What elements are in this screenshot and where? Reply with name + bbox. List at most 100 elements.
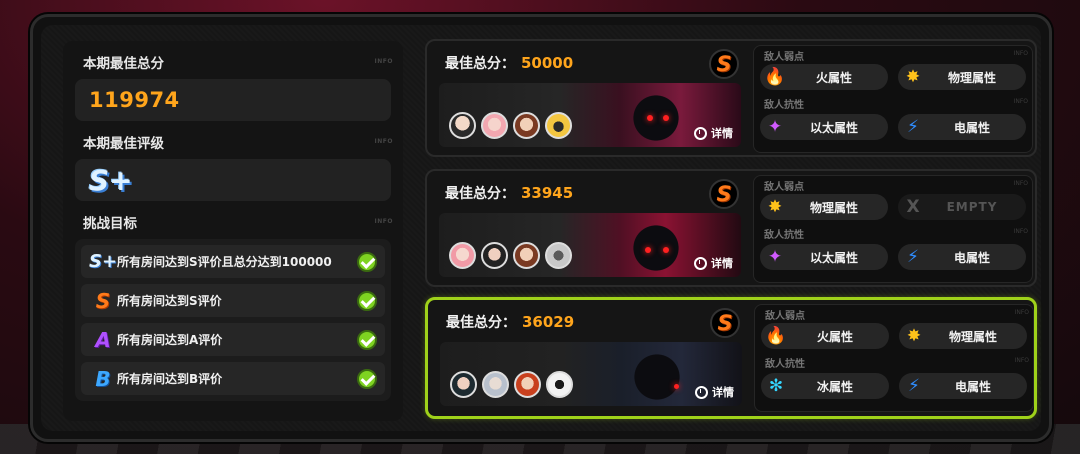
info-tag: INFO <box>374 138 393 145</box>
room-score: 最佳总分： 50000 <box>445 53 573 73</box>
info-tag: INFO <box>1013 50 1028 57</box>
agent-avatar <box>545 112 572 139</box>
agent-avatar <box>482 371 509 398</box>
attr-name: 物理属性 <box>948 329 997 344</box>
agent-avatar <box>546 371 573 398</box>
goal-text: 所有房间达到A评价 <box>117 333 223 347</box>
attr-name: 以太属性 <box>809 250 858 265</box>
team-banner: 详情 <box>439 213 741 277</box>
goals-title: 挑战目标 INFO <box>83 213 393 235</box>
resistance-attr: ✻ 冰属性 <box>761 373 889 399</box>
goal-text: 所有房间达到S评价且总分达到100000 <box>117 255 332 269</box>
resistance-attr: ⚡ 电属性 <box>898 244 1026 270</box>
enemy-attributes: 敌人弱点 INFO 🔥 火属性 ✸ 物理属性 敌人抗性 INFO ✻ 冰属性 ⚡ <box>754 304 1034 412</box>
rank-s-icon: S <box>95 288 111 313</box>
check-icon <box>357 290 377 311</box>
team-avatars <box>450 371 573 398</box>
resistance-attr: ✦ 以太属性 <box>760 114 888 140</box>
panel-inner: 本期最佳总分 INFO 119974 本期最佳评级 INFO S+ 挑战目标 I… <box>41 25 1041 431</box>
detail-button[interactable]: 详情 <box>694 125 733 141</box>
room-summary: 最佳总分： 36029 S 详情 <box>434 306 746 410</box>
boss-silhouette <box>612 344 702 404</box>
agent-avatar <box>545 242 572 269</box>
attr-name: 电属性 <box>953 250 990 265</box>
room-summary: 最佳总分： 50000 S 详情 <box>433 47 745 151</box>
goal-text: 所有房间达到S评价 <box>117 294 222 308</box>
info-tag: INFO <box>1014 309 1029 316</box>
check-icon <box>357 329 377 350</box>
detail-button[interactable]: 详情 <box>694 255 733 271</box>
weakness-label: 敌人弱点 <box>765 311 805 322</box>
room-card-2[interactable]: 最佳总分： 33945 S 详情 敌人弱点 INFO ✸ 物理属性 X EMPT… <box>425 169 1037 287</box>
resistance-attr: ⚡ 电属性 <box>899 373 1027 399</box>
goal-item: B 所有房间达到B评价 <box>81 362 385 395</box>
room-score: 最佳总分： 36029 <box>446 312 574 332</box>
team-avatars <box>449 112 572 139</box>
detail-label: 详情 <box>712 386 734 399</box>
boss-silhouette <box>611 85 701 145</box>
resistance-label: 敌人抗性 <box>764 100 804 111</box>
rank-splus-icon: S+ <box>89 251 118 272</box>
room-score-value: 50000 <box>521 54 574 72</box>
agent-avatar <box>481 112 508 139</box>
ether-icon: ✦ <box>767 117 783 137</box>
agent-avatar <box>481 242 508 269</box>
goal-item: S+ 所有房间达到S评价且总分达到100000 <box>81 245 385 278</box>
clock-icon <box>695 385 708 399</box>
check-icon <box>357 368 377 389</box>
electric-icon: ⚡ <box>907 117 919 137</box>
weakness-label: 敌人弱点 <box>764 52 804 63</box>
resistance-label: 敌人抗性 <box>765 359 805 370</box>
room-card-3[interactable]: 最佳总分： 36029 S 详情 敌人弱点 INFO 🔥 火属性 ✸ 物理属性 … <box>425 297 1037 419</box>
room-rank-s-icon: S <box>709 179 739 209</box>
agent-avatar <box>513 112 540 139</box>
best-score-title: 本期最佳总分 INFO <box>83 53 392 75</box>
agent-avatar <box>514 371 541 398</box>
room-summary: 最佳总分： 33945 S 详情 <box>433 177 745 281</box>
weakness-attr: ✸ 物理属性 <box>899 323 1027 349</box>
weakness-label: 敌人弱点 <box>764 182 804 193</box>
goals-list: S+ 所有房间达到S评价且总分达到100000 S 所有房间达到S评价 A 所有… <box>75 239 391 401</box>
room-card-1[interactable]: 最佳总分： 50000 S 详情 敌人弱点 INFO 🔥 火属性 ✸ 物理属性 … <box>425 39 1037 157</box>
best-rank-badge: S+ <box>89 163 133 197</box>
room-rank-s-icon: S <box>709 49 739 79</box>
fire-icon: 🔥 <box>765 326 787 346</box>
goals-title-text: 挑战目标 <box>83 216 137 232</box>
best-rank-title: 本期最佳评级 INFO <box>83 133 393 155</box>
team-banner: 详情 <box>439 83 741 147</box>
weakness-attr-empty: X EMPTY <box>898 194 1026 220</box>
best-score-value: 119974 <box>89 88 180 112</box>
goal-item: S 所有房间达到S评价 <box>81 284 385 317</box>
challenge-panel: 本期最佳总分 INFO 119974 本期最佳评级 INFO S+ 挑战目标 I… <box>30 14 1052 442</box>
info-tag: INFO <box>374 218 393 225</box>
ice-icon: ✻ <box>768 376 784 396</box>
goal-text: 所有房间达到B评价 <box>117 372 223 386</box>
room-score-value: 36029 <box>522 313 575 331</box>
team-banner: 详情 <box>440 342 742 406</box>
rank-a-icon: A <box>95 327 111 352</box>
agent-avatar <box>450 371 477 398</box>
physical-icon: ✸ <box>767 197 783 217</box>
summary-panel: 本期最佳总分 INFO 119974 本期最佳评级 INFO S+ 挑战目标 I… <box>63 41 403 421</box>
resistance-attr: ✦ 以太属性 <box>760 244 888 270</box>
check-icon <box>357 251 377 272</box>
room-score: 最佳总分： 33945 <box>445 183 573 203</box>
best-rank-box: S+ <box>75 159 391 201</box>
best-score-title-text: 本期最佳总分 <box>83 56 164 72</box>
info-tag: INFO <box>1013 180 1028 187</box>
electric-icon: ⚡ <box>907 247 919 267</box>
clock-icon <box>694 126 707 140</box>
info-tag: INFO <box>1014 357 1029 364</box>
weakness-attr: 🔥 火属性 <box>760 64 888 90</box>
empty-icon: X <box>906 197 920 217</box>
attr-name: 冰属性 <box>816 379 853 394</box>
ether-icon: ✦ <box>767 247 783 267</box>
detail-button[interactable]: 详情 <box>695 384 734 400</box>
room-rank-s-icon: S <box>710 308 740 338</box>
room-score-value: 33945 <box>521 184 574 202</box>
attr-name: EMPTY <box>946 200 998 214</box>
room-score-label: 最佳总分： <box>445 56 515 72</box>
team-avatars <box>449 242 572 269</box>
attr-name: 物理属性 <box>947 70 996 85</box>
physical-icon: ✸ <box>905 67 921 87</box>
